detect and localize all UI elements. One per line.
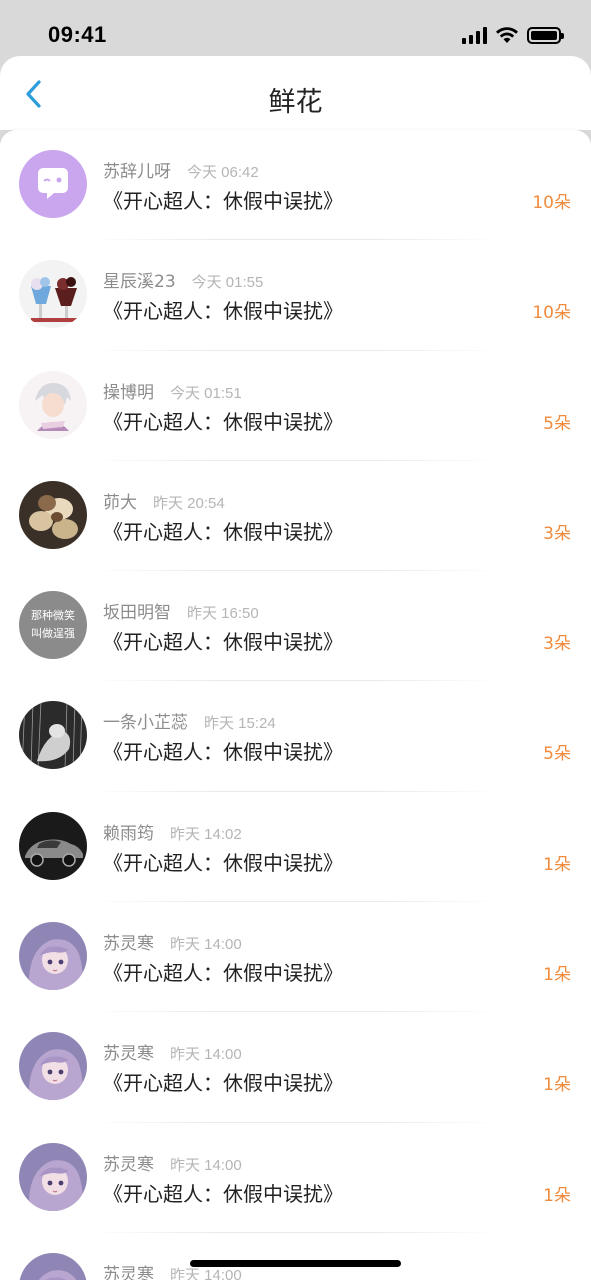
avatar[interactable] <box>19 1032 87 1101</box>
avatar[interactable] <box>19 370 87 439</box>
timestamp: 今天 01:51 <box>170 384 242 402</box>
item-meta: 操博明 今天 01:51 <box>103 378 242 403</box>
item-meta: 赖雨筠 昨天 14:02 <box>103 819 242 844</box>
avatar[interactable] <box>19 922 87 991</box>
list-item[interactable]: 苏辞儿呀 今天 06:42 《开心超人：休假中误扰》 10朵 <box>0 130 591 241</box>
item-meta: 一条小芷蕊 昨天 15:24 <box>103 708 276 733</box>
list-item[interactable]: 操博明 今天 01:51 《开心超人：休假中误扰》 5朵 <box>0 351 591 461</box>
cellular-signal-icon <box>462 26 487 44</box>
item-meta: 星辰溪23 今天 01:55 <box>103 267 263 292</box>
timestamp: 昨天 15:24 <box>204 715 276 733</box>
work-title[interactable]: 《开心超人：休假中误扰》 <box>103 847 343 876</box>
user-name[interactable]: 坂田明智 <box>103 598 171 623</box>
status-time: 09:41 <box>48 22 107 47</box>
flower-count: 10朵 <box>532 303 571 324</box>
flower-count: 1朵 <box>543 1185 571 1206</box>
flower-count: 1朵 <box>543 854 571 875</box>
avatar-text: 那种微笑 <box>31 609 75 623</box>
user-name[interactable]: 苏辞儿呀 <box>103 157 171 182</box>
user-name[interactable]: 苏灵寒 <box>103 1150 154 1175</box>
work-title[interactable]: 《开心超人：休假中误扰》 <box>103 957 343 986</box>
user-name[interactable]: 苏灵寒 <box>103 1260 154 1280</box>
avatar[interactable] <box>19 1252 87 1280</box>
work-title[interactable]: 《开心超人：休假中误扰》 <box>103 736 343 765</box>
flower-count: 3朵 <box>543 523 571 544</box>
work-title[interactable]: 《开心超人：休假中误扰》 <box>103 295 343 324</box>
timestamp: 今天 01:55 <box>191 274 264 292</box>
flower-count: 5朵 <box>543 413 571 434</box>
user-name[interactable]: 一条小芷蕊 <box>103 708 188 733</box>
avatar-text: 叫做逞强 <box>31 627 75 641</box>
flower-count: 10朵 <box>532 193 571 213</box>
timestamp: 昨天 14:00 <box>170 1046 242 1064</box>
status-icons <box>462 26 564 44</box>
list-item[interactable]: 那种微笑 叫做逞强 坂田明智 昨天 16:50 《开心超人：休假中误扰》 3朵 <box>0 571 591 682</box>
work-title[interactable]: 《开心超人：休假中误扰》 <box>103 1178 343 1207</box>
timestamp: 今天 06:42 <box>187 164 259 181</box>
work-title[interactable]: 《开心超人：休假中误扰》 <box>103 516 343 545</box>
user-name[interactable]: 苏灵寒 <box>103 929 154 954</box>
user-name[interactable]: 星辰溪23 <box>103 267 176 292</box>
list-item[interactable]: 苏灵寒 昨天 14:00 <box>0 1233 591 1280</box>
flower-list[interactable]: 苏辞儿呀 今天 06:42 《开心超人：休假中误扰》 10朵 星辰溪23 今天 01:55… <box>0 130 591 1280</box>
navigation-bar: 鲜花 <box>0 56 591 130</box>
item-meta: 苏辞儿呀 今天 06:42 <box>103 157 259 182</box>
work-title[interactable]: 《开心超人：休假中误扰》 <box>103 406 343 435</box>
work-title[interactable]: 《开心超人：休假中误扰》 <box>103 185 343 214</box>
list-item[interactable]: 苏灵寒 昨天 14:00 《开心超人：休假中误扰》 1朵 <box>0 1012 591 1123</box>
timestamp: 昨天 14:00 <box>170 936 242 954</box>
list-item[interactable]: 一条小芷蕊 昨天 15:24 《开心超人：休假中误扰》 5朵 <box>0 681 591 792</box>
flower-count: 5朵 <box>543 744 571 765</box>
avatar[interactable] <box>19 701 87 770</box>
list-item[interactable]: 星辰溪23 今天 01:55 《开心超人：休假中误扰》 10朵 <box>0 240 591 351</box>
item-meta: 苏灵寒 昨天 14:00 <box>103 1039 242 1064</box>
work-title[interactable]: 《开心超人：休假中误扰》 <box>103 626 343 655</box>
user-name[interactable]: 操博明 <box>103 378 154 403</box>
avatar[interactable] <box>19 150 87 218</box>
timestamp: 昨天 14:02 <box>170 825 242 843</box>
avatar[interactable] <box>19 480 87 549</box>
user-name[interactable]: 苏灵寒 <box>103 1039 154 1064</box>
flower-count: 1朵 <box>543 965 571 986</box>
work-title[interactable]: 《开心超人：休假中误扰》 <box>103 1067 343 1096</box>
item-meta: 苏灵寒 昨天 14:00 <box>103 929 242 954</box>
page-title: 鲜花 <box>268 87 323 118</box>
list-item[interactable]: 赖雨筠 昨天 14:02 《开心超人：休假中误扰》 1朵 <box>0 792 591 903</box>
timestamp: 昨天 14:00 <box>170 1156 242 1174</box>
user-name[interactable]: 茆大 <box>103 488 137 513</box>
status-bar: 09:41 <box>0 0 591 56</box>
avatar[interactable] <box>19 1142 87 1211</box>
list-item[interactable]: 苏灵寒 昨天 14:00 《开心超人：休假中误扰》 1朵 <box>0 902 591 1013</box>
home-indicator <box>190 1260 401 1267</box>
battery-icon <box>527 26 564 44</box>
wifi-icon <box>496 27 518 43</box>
avatar[interactable]: 那种微笑 叫做逞强 <box>19 591 87 660</box>
timestamp: 昨天 20:54 <box>153 494 225 512</box>
list-item[interactable]: 茆大 昨天 20:54 《开心超人：休假中误扰》 3朵 <box>0 461 591 572</box>
item-meta: 苏灵寒 昨天 14:00 <box>103 1150 242 1175</box>
timestamp: 昨天 16:50 <box>187 605 259 623</box>
flower-count: 1朵 <box>543 1075 571 1096</box>
user-name[interactable]: 赖雨筠 <box>103 819 154 844</box>
list-item[interactable]: 苏灵寒 昨天 14:00 《开心超人：休假中误扰》 1朵 <box>0 1123 591 1233</box>
avatar[interactable] <box>19 811 87 880</box>
item-meta: 坂田明智 昨天 16:50 <box>103 598 259 623</box>
avatar[interactable] <box>19 260 87 329</box>
flower-count: 3朵 <box>543 634 571 655</box>
item-meta: 茆大 昨天 20:54 <box>103 488 225 513</box>
